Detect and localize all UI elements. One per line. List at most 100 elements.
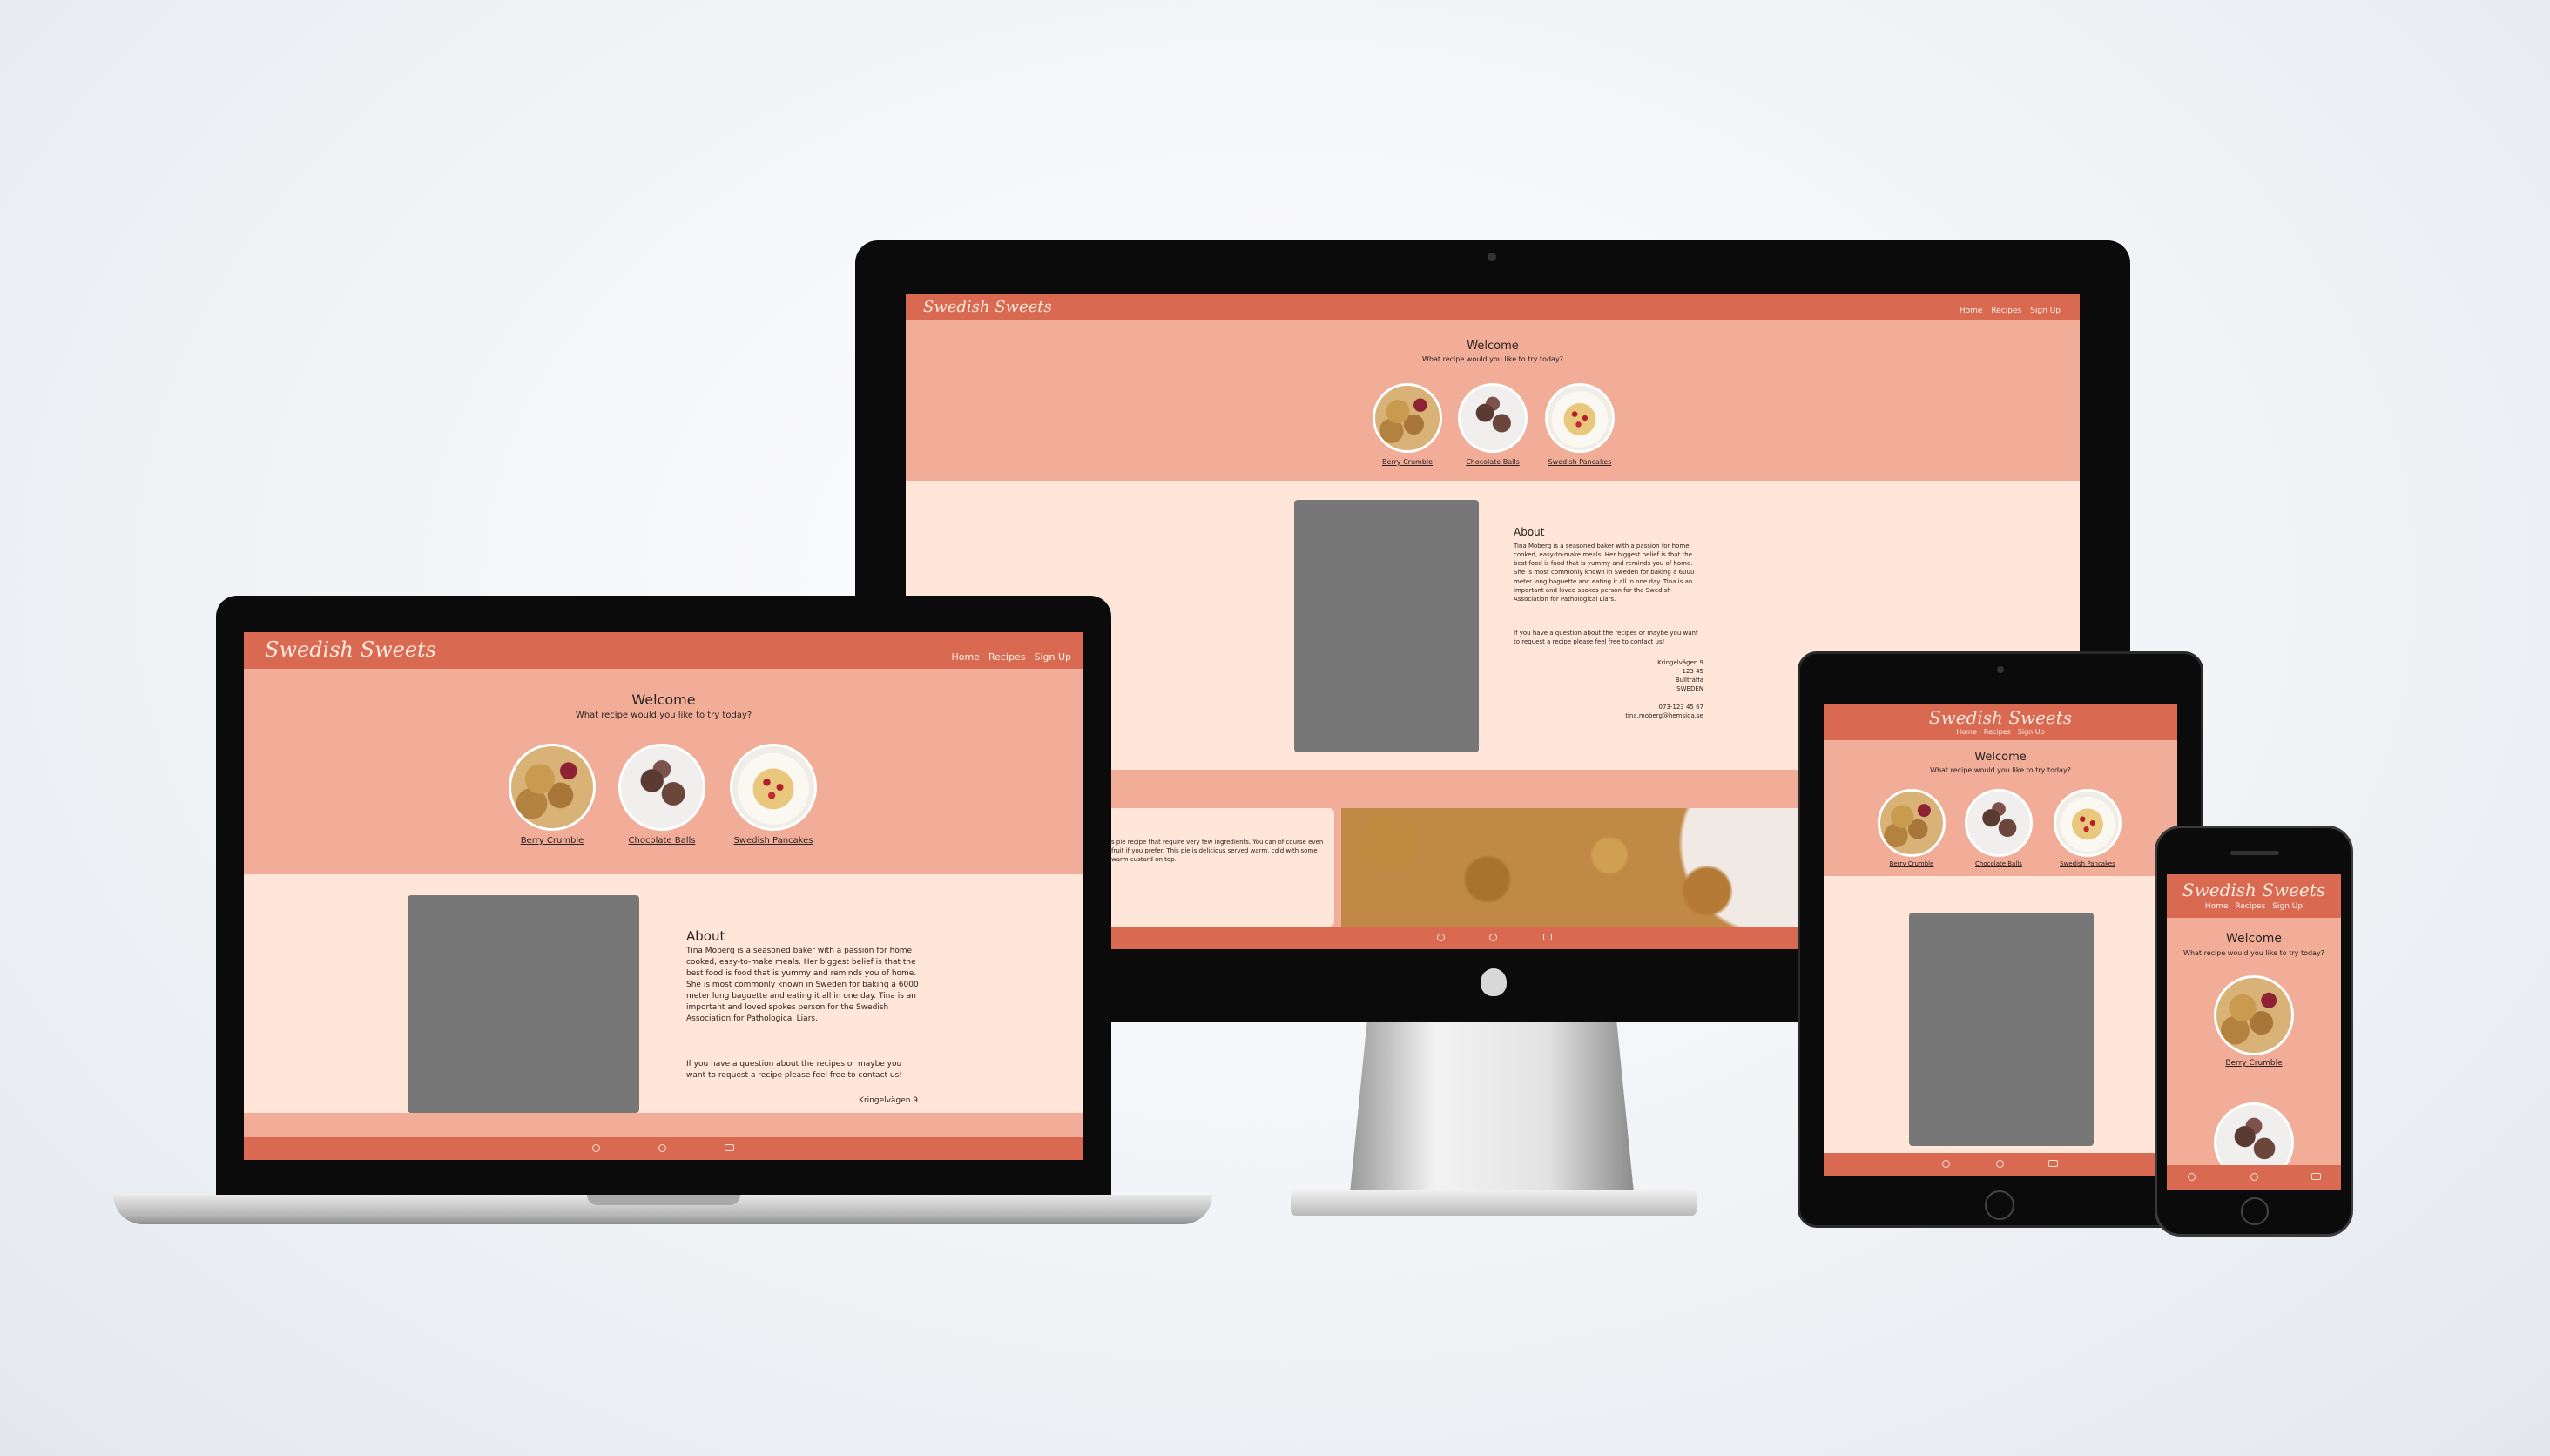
recipe-swedish-pancakes-link[interactable]: Swedish Pancakes <box>2048 860 2127 867</box>
laptop-notch <box>587 1195 740 1205</box>
recipe-swedish-pancakes-image[interactable] <box>2054 789 2122 857</box>
recipe-berry-crumble-image[interactable] <box>509 744 596 831</box>
address-zip: 123 45 <box>1682 668 1704 676</box>
nav-signup-link[interactable]: Sign Up <box>2272 902 2303 911</box>
about-heading: About <box>686 928 725 944</box>
recipe-berry-crumble-link[interactable]: Berry Crumble <box>2202 1059 2306 1068</box>
about-text: Tina Moberg is a seasoned baker with a p… <box>1514 543 1695 603</box>
recipe-swedish-pancakes-link[interactable]: Swedish Pancakes <box>721 836 826 846</box>
site-footer <box>244 1137 1083 1160</box>
tablet-screen: Swedish Sweets Home Recipes Sign Up Welc… <box>1824 704 2177 1176</box>
youtube-icon[interactable] <box>1543 934 1552 940</box>
nav-recipes-link[interactable]: Recipes <box>2236 902 2266 911</box>
tablet-camera <box>1997 666 2004 673</box>
nav-recipes-link[interactable]: Recipes <box>988 651 1026 663</box>
recipe-chocolate-balls-image[interactable] <box>1965 789 2033 857</box>
crumble-photo <box>1341 808 1829 927</box>
about-heading: About <box>1514 526 1545 538</box>
hero-section: Welcome What recipe would you like to tr… <box>906 320 2080 481</box>
address-street: Kringelvägen 9 <box>859 1096 918 1105</box>
address-phone: 073-123 45 67 <box>1658 703 1703 711</box>
pinterest-icon[interactable] <box>658 1144 666 1152</box>
phone-home-button[interactable] <box>2241 1197 2269 1225</box>
site-logo[interactable]: Swedish Sweets <box>1824 707 2177 728</box>
apple-logo-icon <box>1481 968 1507 996</box>
about-photo <box>1909 913 2094 1146</box>
site-logo[interactable]: Swedish Sweets <box>923 298 1052 316</box>
recipe-berry-crumble-link[interactable]: Berry Crumble <box>500 836 604 846</box>
contact-text: If you have a question about the recipes… <box>686 1060 902 1081</box>
pinterest-icon[interactable] <box>1996 1160 2004 1168</box>
site-footer <box>2167 1165 2341 1190</box>
instagram-icon[interactable] <box>1437 934 1445 941</box>
address-block: Kringelvägen 9 123 45 Bullträffa SWEDEN … <box>1625 658 1703 720</box>
crumble-text: s pie recipe that require very few ingre… <box>1111 839 1324 864</box>
site-nav: Home Recipes Sign Up <box>2167 902 2341 911</box>
address-email[interactable]: tina.moberg@hemsida.se <box>1625 711 1703 720</box>
welcome-heading: Welcome <box>1467 340 1519 353</box>
site-logo[interactable]: Swedish Sweets <box>265 637 436 662</box>
address-street: Kringelvägen 9 <box>1657 659 1703 666</box>
site-footer <box>1824 1153 2177 1176</box>
youtube-icon[interactable] <box>2048 1160 2058 1167</box>
welcome-subtitle: What recipe would you like to try today? <box>1930 766 2071 774</box>
instagram-icon[interactable] <box>1942 1160 1950 1168</box>
welcome-subtitle: What recipe would you like to try today? <box>1422 355 1563 363</box>
youtube-icon[interactable] <box>725 1144 734 1151</box>
nav-home-link[interactable]: Home <box>2205 902 2229 911</box>
site-nav: Home Recipes Sign Up <box>1960 307 2061 315</box>
nav-signup-link[interactable]: Sign Up <box>2030 307 2061 315</box>
youtube-icon[interactable] <box>2311 1173 2321 1180</box>
welcome-subtitle: What recipe would you like to try today? <box>2183 949 2324 957</box>
welcome-heading: Welcome <box>1974 751 2027 764</box>
address-city: Bullträffa <box>1675 677 1703 684</box>
address-country: SWEDEN <box>1676 685 1703 693</box>
recipe-berry-crumble-image[interactable] <box>1373 383 1442 453</box>
recipe-berry-crumble-image[interactable] <box>2214 975 2294 1055</box>
instagram-icon[interactable] <box>592 1144 600 1152</box>
recipe-swedish-pancakes-image[interactable] <box>730 744 817 831</box>
tablet-home-button[interactable] <box>1985 1190 2014 1220</box>
phone-screen: Swedish Sweets Home Recipes Sign Up Welc… <box>2167 874 2341 1190</box>
pinterest-icon[interactable] <box>2250 1173 2258 1181</box>
recipe-chocolate-balls-link[interactable]: Chocolate Balls <box>610 836 714 846</box>
imac-stand <box>1350 1022 1634 1193</box>
address-block: Kringelvägen 9 <box>801 1095 918 1107</box>
nav-signup-link[interactable]: Sign Up <box>1034 651 1071 663</box>
nav-recipes-link[interactable]: Recipes <box>1984 728 2011 736</box>
welcome-heading: Welcome <box>631 691 696 708</box>
hero-section: Welcome What recipe would you like to tr… <box>1824 740 2177 876</box>
hero-section: Welcome What recipe would you like to tr… <box>244 669 1083 874</box>
recipe-berry-crumble-link[interactable]: Berry Crumble <box>1373 458 1442 466</box>
site-header: Swedish Sweets Home Recipes Sign Up <box>1824 704 2177 740</box>
about-text: Tina Moberg is a seasoned baker with a p… <box>686 947 919 1024</box>
nav-recipes-link[interactable]: Recipes <box>1991 307 2021 315</box>
nav-home-link[interactable]: Home <box>1956 728 1977 736</box>
recipe-berry-crumble-image[interactable] <box>1878 789 1946 857</box>
crumble-text-card <box>1106 808 1334 927</box>
nav-signup-link[interactable]: Sign Up <box>2018 728 2045 736</box>
site-header: Swedish Sweets Home Recipes Sign Up <box>906 294 2080 320</box>
recipe-chocolate-balls-link[interactable]: Chocolate Balls <box>1458 458 1528 466</box>
site-logo[interactable]: Swedish Sweets <box>2167 880 2341 900</box>
nav-home-link[interactable]: Home <box>1960 307 1983 315</box>
recipe-chocolate-balls-link[interactable]: Chocolate Balls <box>1960 860 2038 867</box>
site-nav: Home Recipes Sign Up <box>951 651 1071 663</box>
pinterest-icon[interactable] <box>1489 934 1497 941</box>
recipe-swedish-pancakes-image[interactable] <box>1545 383 1615 453</box>
hero-section: Welcome What recipe would you like to tr… <box>2167 918 2341 1183</box>
site-nav: Home Recipes Sign Up <box>1824 728 2177 736</box>
instagram-icon[interactable] <box>2188 1173 2196 1181</box>
laptop-lower-band <box>244 1113 1083 1137</box>
welcome-heading: Welcome <box>2225 932 2283 946</box>
recipe-swedish-pancakes-link[interactable]: Swedish Pancakes <box>1545 458 1615 466</box>
recipe-berry-crumble-link[interactable]: Berry Crumble <box>1872 860 1951 867</box>
laptop-screen: Swedish Sweets Home Recipes Sign Up Welc… <box>244 632 1083 1160</box>
recipe-chocolate-balls-image[interactable] <box>1458 383 1528 453</box>
welcome-subtitle: What recipe would you like to try today? <box>575 711 752 720</box>
site-header: Swedish Sweets Home Recipes Sign Up <box>2167 874 2341 918</box>
nav-home-link[interactable]: Home <box>951 651 979 663</box>
phone-speaker <box>2230 851 2279 855</box>
recipe-chocolate-balls-image[interactable] <box>618 744 705 831</box>
about-photo <box>1294 500 1479 752</box>
